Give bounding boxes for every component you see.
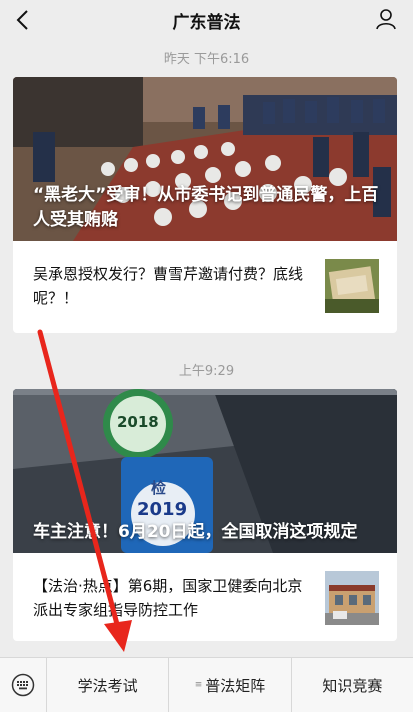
menu-item-knowledge-contest[interactable]: 知识竞赛 [292, 658, 413, 712]
menu-item-label: 普法矩阵 [205, 676, 266, 695]
sub-article-row[interactable]: 【法治·热点】第6期，国家卫健委向北京派出专家组指导防控工作 [13, 553, 397, 641]
bottom-menu-bar: 学法考试 ≡ 普法矩阵 知识竞赛 [0, 657, 413, 712]
submenu-indicator-icon: ≡ [194, 679, 203, 690]
sub-article-title: 吴承恩授权发行？曹雪芹邀请付费？底线呢？！ [33, 265, 304, 307]
inspection-sticker-label: 检 [151, 479, 167, 497]
menu-item-label: 知识竞赛 [322, 676, 383, 695]
inspection-sticker-2018: 2018 [117, 413, 159, 431]
sub-article-title: 【法治·热点】第6期，国家卫健委向北京派出专家组指导防控工作 [33, 577, 303, 619]
keyboard-toggle-button[interactable] [0, 657, 47, 712]
article-hero[interactable]: “黑老大”受审！从市委书记到普通民警，上百人受其贿赂 [13, 77, 397, 241]
message-timestamp: 昨天 下午6:16 [163, 52, 250, 67]
book-thumbnail [325, 259, 379, 313]
menu-item-label: 学法考试 [77, 676, 138, 695]
article-card[interactable]: “黑老大”受审！从市委书记到普通民警，上百人受其贿赂 吴承恩授权发行？曹雪芹邀请… [13, 77, 397, 333]
menu-item-law-exam[interactable]: 学法考试 [47, 657, 170, 712]
message-timestamp: 上午9:29 [178, 364, 235, 379]
top-bar: 广东普法 [0, 0, 413, 40]
article-card[interactable]: 2018 检 2019 车主注意！6月20日起，全国取消这项规定 【法治·热点】… [13, 389, 397, 641]
article-hero[interactable]: 2018 检 2019 车主注意！6月20日起，全国取消这项规定 [13, 389, 397, 553]
sub-article-row[interactable]: 吴承恩授权发行？曹雪芹邀请付费？底线呢？！ [13, 241, 397, 331]
keyboard-icon [11, 673, 35, 697]
menu-item-law-matrix[interactable]: ≡ 普法矩阵 [169, 657, 292, 712]
user-profile-icon[interactable] [375, 8, 397, 30]
inspection-sticker-2019: 2019 [137, 499, 188, 520]
article-headline: “黑老大”受审！从市委书记到普通民警，上百人受其贿赂 [33, 185, 379, 230]
article-headline: 车主注意！6月20日起，全国取消这项规定 [33, 522, 358, 542]
page-title: 广东普法 [172, 12, 241, 33]
back-chevron-icon[interactable] [14, 9, 34, 31]
building-thumbnail [325, 571, 379, 625]
